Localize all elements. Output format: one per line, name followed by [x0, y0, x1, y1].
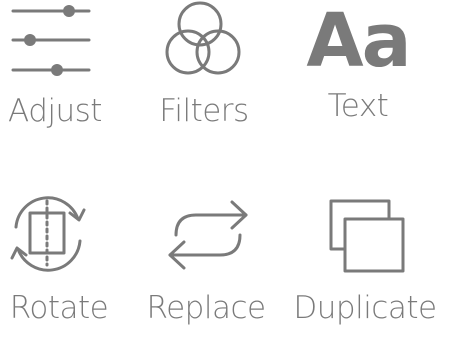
- duplicate-button[interactable]: Duplicate: [293, 185, 445, 339]
- replace-label: Replace: [146, 290, 266, 326]
- overlapping-circles-icon: [130, 0, 280, 90]
- text-button[interactable]: Aa Text: [283, 0, 433, 170]
- rotate-label: Rotate: [9, 290, 109, 326]
- filters-label: Filters: [159, 93, 249, 129]
- rotate-button[interactable]: Rotate: [0, 185, 150, 339]
- filters-button[interactable]: Filters: [130, 0, 280, 170]
- sliders-icon: [0, 0, 150, 90]
- text-aa-icon: Aa: [283, 0, 433, 90]
- text-label: Text: [327, 88, 389, 124]
- adjust-label: Adjust: [8, 93, 102, 129]
- text-aa-glyph: Aa: [306, 0, 411, 84]
- duplicate-label: Duplicate: [293, 290, 437, 326]
- replace-button[interactable]: Replace: [130, 185, 280, 339]
- swap-arrows-icon: [130, 185, 280, 275]
- adjust-button[interactable]: Adjust: [0, 0, 150, 170]
- rotate-icon: [0, 185, 150, 275]
- duplicate-icon: [295, 185, 445, 275]
